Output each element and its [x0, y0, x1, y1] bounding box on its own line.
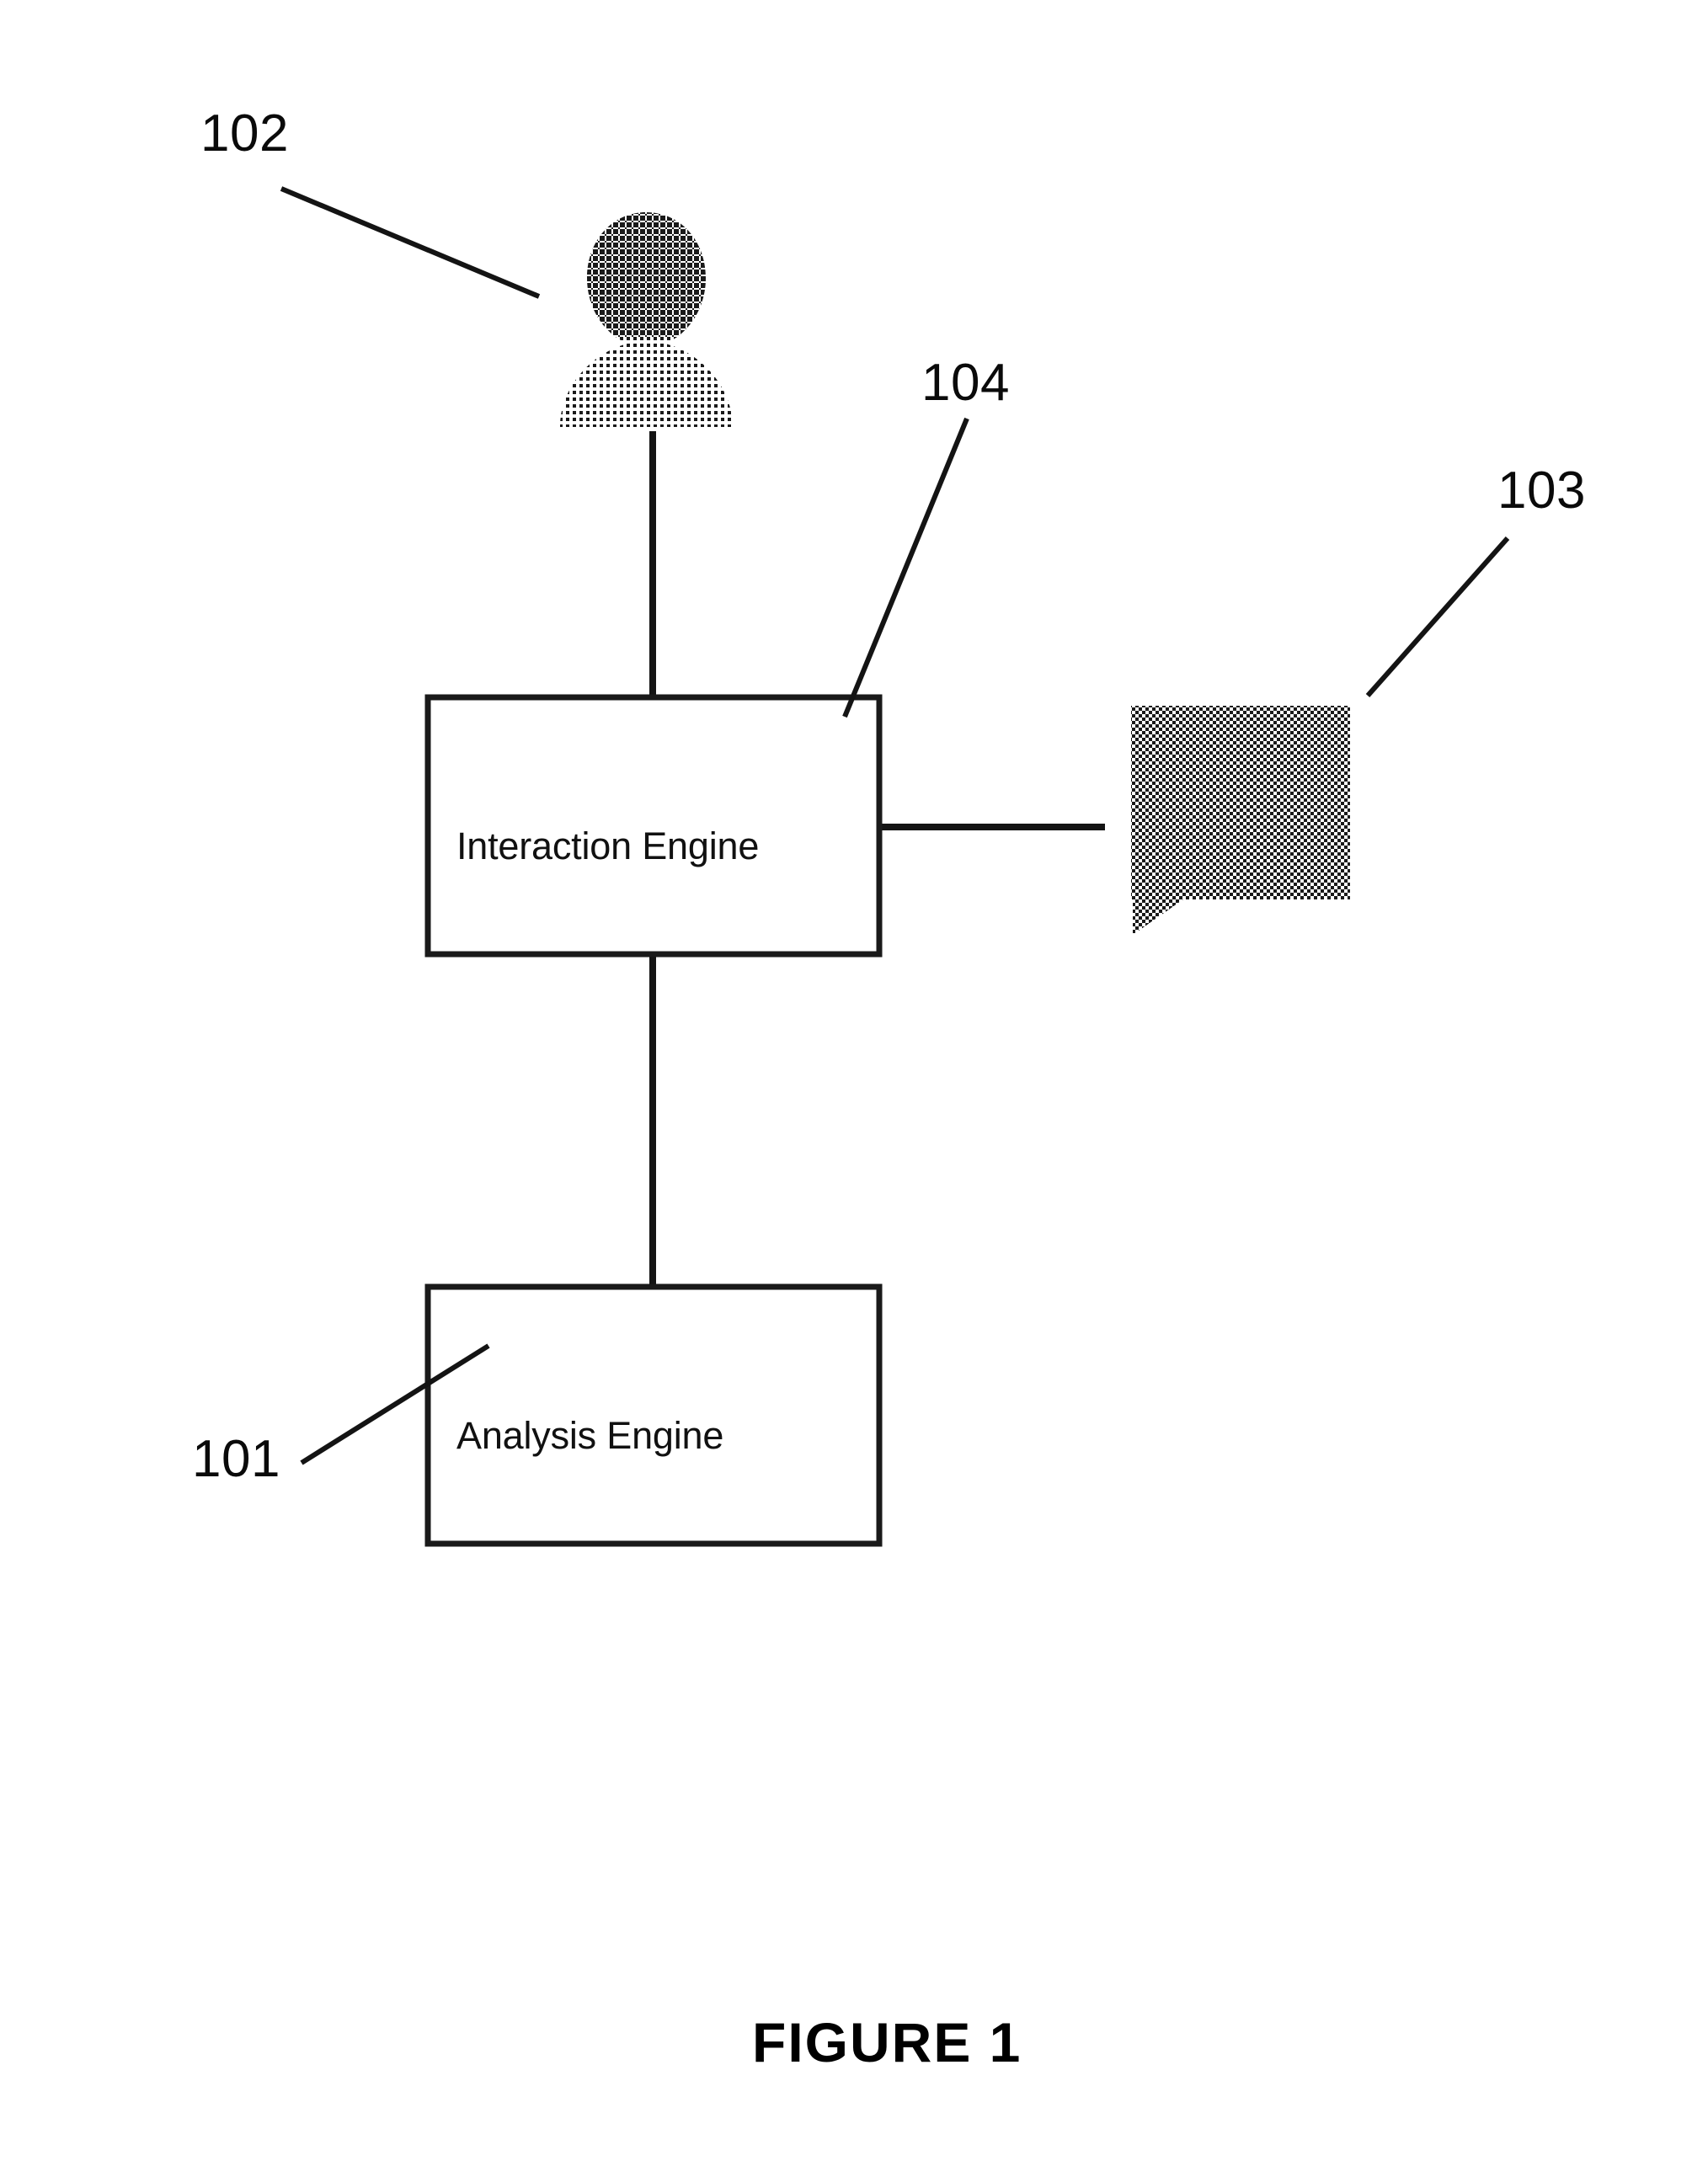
message-speech-bubble[interactable]: [1131, 706, 1350, 935]
reference-numeral-103: 103: [1497, 462, 1586, 520]
reference-numeral-101: 101: [192, 1430, 280, 1488]
user-person-icon[interactable]: [556, 209, 738, 431]
reference-numeral-102: 102: [200, 104, 289, 163]
leader-line-104: [842, 417, 969, 718]
node-label-analysis-engine: Analysis Engine: [456, 1414, 724, 1457]
leader-line-102: [280, 186, 541, 299]
figure-canvas: [280, 186, 1510, 1547]
patent-figure: Interaction Engine Analysis Engine 102 1…: [0, 0, 1708, 2161]
node-label-interaction-engine: Interaction Engine: [456, 824, 760, 867]
reference-numeral-104: 104: [921, 354, 1010, 412]
leader-line-103: [1365, 536, 1510, 697]
figure-caption: FIGURE 1: [752, 2011, 1022, 2073]
